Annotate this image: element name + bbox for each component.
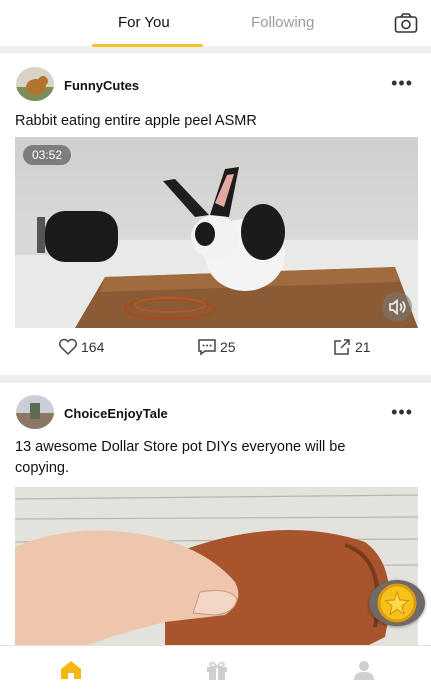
video-thumbnail[interactable]: 03:52 <box>15 137 418 328</box>
pot-diy-video-image <box>15 487 418 653</box>
bottom-navigation <box>0 645 431 696</box>
home-icon[interactable] <box>58 658 84 682</box>
like-button[interactable]: 164 <box>58 338 104 356</box>
reward-coin-button[interactable] <box>369 580 425 626</box>
share-count: 21 <box>355 339 371 355</box>
heart-icon <box>59 338 77 356</box>
like-count: 164 <box>81 339 105 355</box>
camera-icon[interactable] <box>394 12 418 34</box>
more-options-icon[interactable]: ••• <box>391 73 413 94</box>
post-actions: 164 25 21 <box>0 338 431 360</box>
rabbit-video-image <box>15 137 418 328</box>
tab-following[interactable]: Following <box>251 14 314 31</box>
mute-toggle[interactable] <box>382 292 412 322</box>
avatar[interactable] <box>16 67 54 101</box>
tab-for-you[interactable]: For You <box>118 14 170 31</box>
feed-card: ChoiceEnjoyTale ••• 13 awesome Dollar St… <box>0 383 431 653</box>
feed-card: FunnyCutes ••• Rabbit eating entire appl… <box>0 53 431 375</box>
username[interactable]: ChoiceEnjoyTale <box>64 406 168 421</box>
share-button[interactable]: 21 <box>332 338 371 356</box>
post-caption[interactable]: Rabbit eating entire apple peel ASMR <box>15 111 411 132</box>
active-tab-indicator <box>92 44 203 47</box>
video-thumbnail[interactable] <box>15 487 418 653</box>
star-coin-icon <box>377 583 417 623</box>
username[interactable]: FunnyCutes <box>64 78 139 93</box>
top-tab-bar: For You Following <box>0 0 431 47</box>
comment-count: 25 <box>220 339 236 355</box>
comment-icon <box>198 339 216 356</box>
post-caption[interactable]: 13 awesome Dollar Store pot DIYs everyon… <box>15 437 355 479</box>
speaker-icon <box>389 298 406 316</box>
gift-icon[interactable] <box>204 658 230 682</box>
avatar[interactable] <box>16 395 54 429</box>
comment-button[interactable]: 25 <box>197 338 236 356</box>
video-duration: 03:52 <box>23 145 72 165</box>
profile-icon[interactable] <box>351 658 377 682</box>
share-icon <box>334 339 350 355</box>
more-options-icon[interactable]: ••• <box>391 402 413 423</box>
